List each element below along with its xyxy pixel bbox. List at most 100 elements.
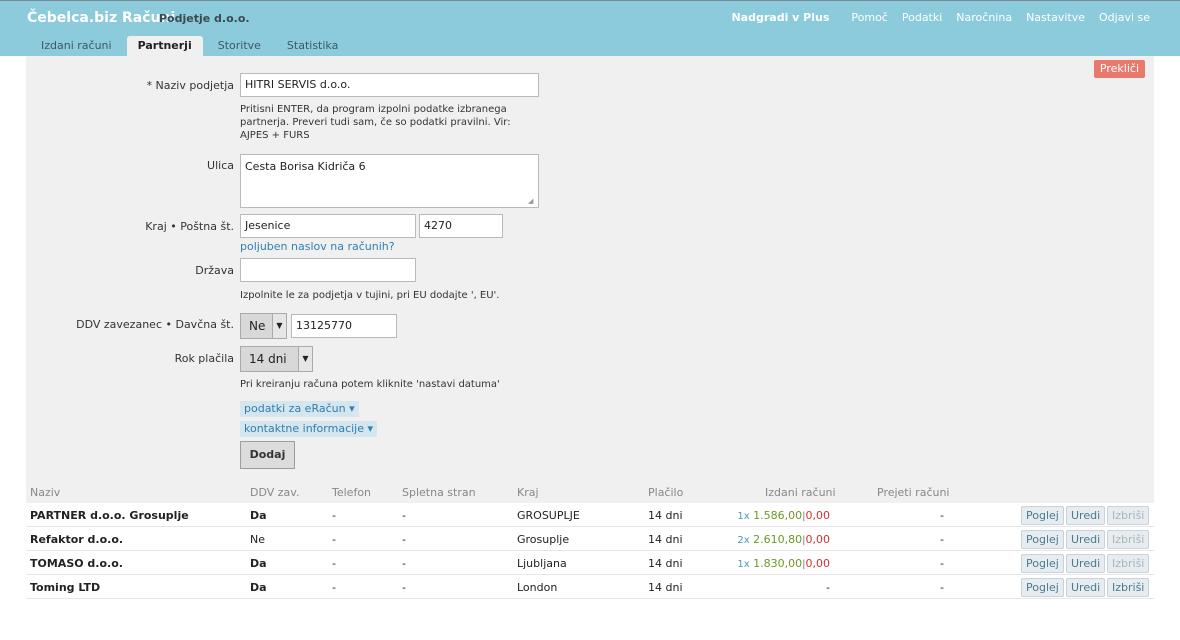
phone-value: -: [332, 557, 336, 570]
table-row: Refaktor d.o.o. Ne - - Grosuplje 14 dni …: [26, 527, 1154, 551]
issued-count: 2x: [737, 535, 750, 546]
country-help: Izpolnite le za podjetja v tujini, pri E…: [240, 290, 500, 301]
company-name-help: Pritisni ENTER, da program izpolni podat…: [240, 104, 511, 141]
delete-button[interactable]: Izbriši: [1107, 554, 1150, 573]
city-input[interactable]: Jesenice: [240, 214, 416, 238]
partner-form: Prekliči * Naziv podjetja HITRI SERVIS d…: [26, 56, 1154, 482]
issued-summary[interactable]: 1x 1.586,00|0,00: [737, 509, 830, 522]
partner-name[interactable]: TOMASO d.o.o.: [30, 557, 123, 570]
einvoice-toggle[interactable]: podatki za eRačun ▾: [240, 401, 359, 417]
edit-button[interactable]: Uredi: [1066, 530, 1106, 549]
tax-number-input[interactable]: 13125770: [291, 314, 397, 338]
vat-value: Ne: [250, 533, 265, 546]
issued-summary[interactable]: 1x 1.830,00|0,00: [737, 557, 830, 570]
city-postal-label: Kraj • Poštna št.: [145, 220, 234, 233]
city-value: Ljubljana: [517, 557, 567, 570]
issued-count: 1x: [737, 511, 750, 522]
table-row: PARTNER d.o.o. Grosuplje Da - - GROSUPLJ…: [26, 503, 1154, 527]
partner-name[interactable]: Toming LTD: [30, 581, 100, 594]
due-select[interactable]: 14 dni ▼: [240, 346, 313, 372]
upgrade-link[interactable]: Nadgradi v Plus: [731, 11, 829, 24]
tab-issued-invoices[interactable]: Izdani računi: [30, 36, 123, 57]
issued-count: 1x: [737, 559, 750, 570]
city-value: GROSUPLJE: [517, 509, 580, 522]
street-value: Cesta Borisa Kidriča 6: [245, 160, 366, 173]
contact-toggle[interactable]: kontaktne informacije ▾: [240, 421, 378, 437]
web-value: -: [402, 581, 406, 594]
delete-button[interactable]: Izbriši: [1107, 506, 1150, 525]
table-row: TOMASO d.o.o. Da - - Ljubljana 14 dni 1x…: [26, 551, 1154, 575]
help-link[interactable]: Pomoč: [851, 11, 887, 24]
custom-address-link[interactable]: poljuben naslov na računih?: [240, 240, 395, 253]
add-button[interactable]: Dodaj: [240, 441, 295, 469]
top-nav: Nadgradi v Plus Pomoč Podatki Naročnina …: [731, 11, 1150, 24]
phone-value: -: [332, 509, 336, 522]
delete-button[interactable]: Izbriši: [1107, 530, 1150, 549]
col-vat[interactable]: DDV zav.: [250, 486, 299, 499]
company-name-input[interactable]: HITRI SERVIS d.o.o.: [240, 73, 539, 97]
partner-name[interactable]: PARTNER d.o.o. Grosuplje: [30, 509, 189, 522]
view-button[interactable]: Poglej: [1021, 530, 1064, 549]
phone-value: -: [332, 533, 336, 546]
tab-partners[interactable]: Partnerji: [126, 36, 203, 57]
vat-label: DDV zavezanec • Davčna št.: [76, 318, 234, 331]
web-value: -: [402, 533, 406, 546]
vat-value: Da: [250, 509, 267, 522]
street-textarea[interactable]: Cesta Borisa Kidriča 6 ◢: [240, 154, 539, 208]
country-input[interactable]: [240, 258, 416, 282]
issued-unpaid: 0,00: [805, 509, 831, 522]
view-button[interactable]: Poglej: [1021, 506, 1064, 525]
phone-value: -: [332, 581, 336, 594]
pays-value: 14 dni: [648, 533, 683, 546]
col-phone[interactable]: Telefon: [332, 486, 371, 499]
logout-link[interactable]: Odjavi se: [1099, 11, 1150, 24]
app-title[interactable]: Čebelca.biz Računi: [27, 10, 175, 26]
country-label: Država: [195, 264, 234, 277]
vat-select[interactable]: Ne ▼: [240, 313, 287, 339]
view-button[interactable]: Poglej: [1021, 578, 1064, 597]
received-value: -: [940, 509, 944, 522]
due-help: Pri kreiranju računa potem kliknite 'nas…: [240, 379, 500, 390]
pays-value: 14 dni: [648, 509, 683, 522]
issued-paid: 1.830,00: [753, 557, 803, 570]
issued-summary[interactable]: 2x 2.610,80|0,00: [737, 533, 830, 546]
received-value: -: [940, 533, 944, 546]
cancel-button[interactable]: Prekliči: [1093, 60, 1145, 78]
partners-table-header: Naziv DDV zav. Telefon Spletna stran Kra…: [26, 482, 1154, 503]
web-value: -: [402, 557, 406, 570]
settings-link[interactable]: Nastavitve: [1026, 11, 1085, 24]
col-name[interactable]: Naziv: [30, 486, 60, 499]
received-value: -: [940, 557, 944, 570]
delete-button[interactable]: Izbriši: [1107, 578, 1150, 597]
col-pays[interactable]: Plačilo: [648, 486, 683, 499]
issued-summary: -: [826, 581, 830, 594]
col-web[interactable]: Spletna stran: [402, 486, 476, 499]
col-issued[interactable]: Izdani računi: [765, 486, 836, 499]
partner-name[interactable]: Refaktor d.o.o.: [30, 533, 123, 546]
web-value: -: [402, 509, 406, 522]
data-link[interactable]: Podatki: [902, 11, 942, 24]
edit-button[interactable]: Uredi: [1066, 554, 1106, 573]
postal-code-input[interactable]: 4270: [419, 214, 503, 238]
main-tabs: Izdani računi Partnerji Storitve Statist…: [30, 36, 353, 57]
subscription-link[interactable]: Naročnina: [956, 11, 1012, 24]
pays-value: 14 dni: [648, 557, 683, 570]
resize-handle-icon[interactable]: ◢: [528, 197, 536, 205]
vat-value: Da: [250, 557, 267, 570]
chevron-down-icon: ▼: [298, 347, 312, 371]
chevron-down-icon: ▼: [272, 314, 286, 338]
issued-paid: 2.610,80: [753, 533, 803, 546]
col-received[interactable]: Prejeti računi: [877, 486, 950, 499]
edit-button[interactable]: Uredi: [1066, 578, 1106, 597]
city-value: Grosuplje: [517, 533, 570, 546]
due-select-value: 14 dni: [249, 352, 287, 366]
tab-services[interactable]: Storitve: [207, 36, 272, 57]
pays-value: 14 dni: [648, 581, 683, 594]
top-bar: Čebelca.biz Računi Podjetje d.o.o. Nadgr…: [0, 0, 1180, 57]
view-button[interactable]: Poglej: [1021, 554, 1064, 573]
tab-statistics[interactable]: Statistika: [276, 36, 349, 57]
vat-select-value: Ne: [249, 319, 266, 333]
col-city[interactable]: Kraj: [517, 486, 539, 499]
table-row: Toming LTD Da - - London 14 dni - - Pogl…: [26, 575, 1154, 599]
edit-button[interactable]: Uredi: [1066, 506, 1106, 525]
